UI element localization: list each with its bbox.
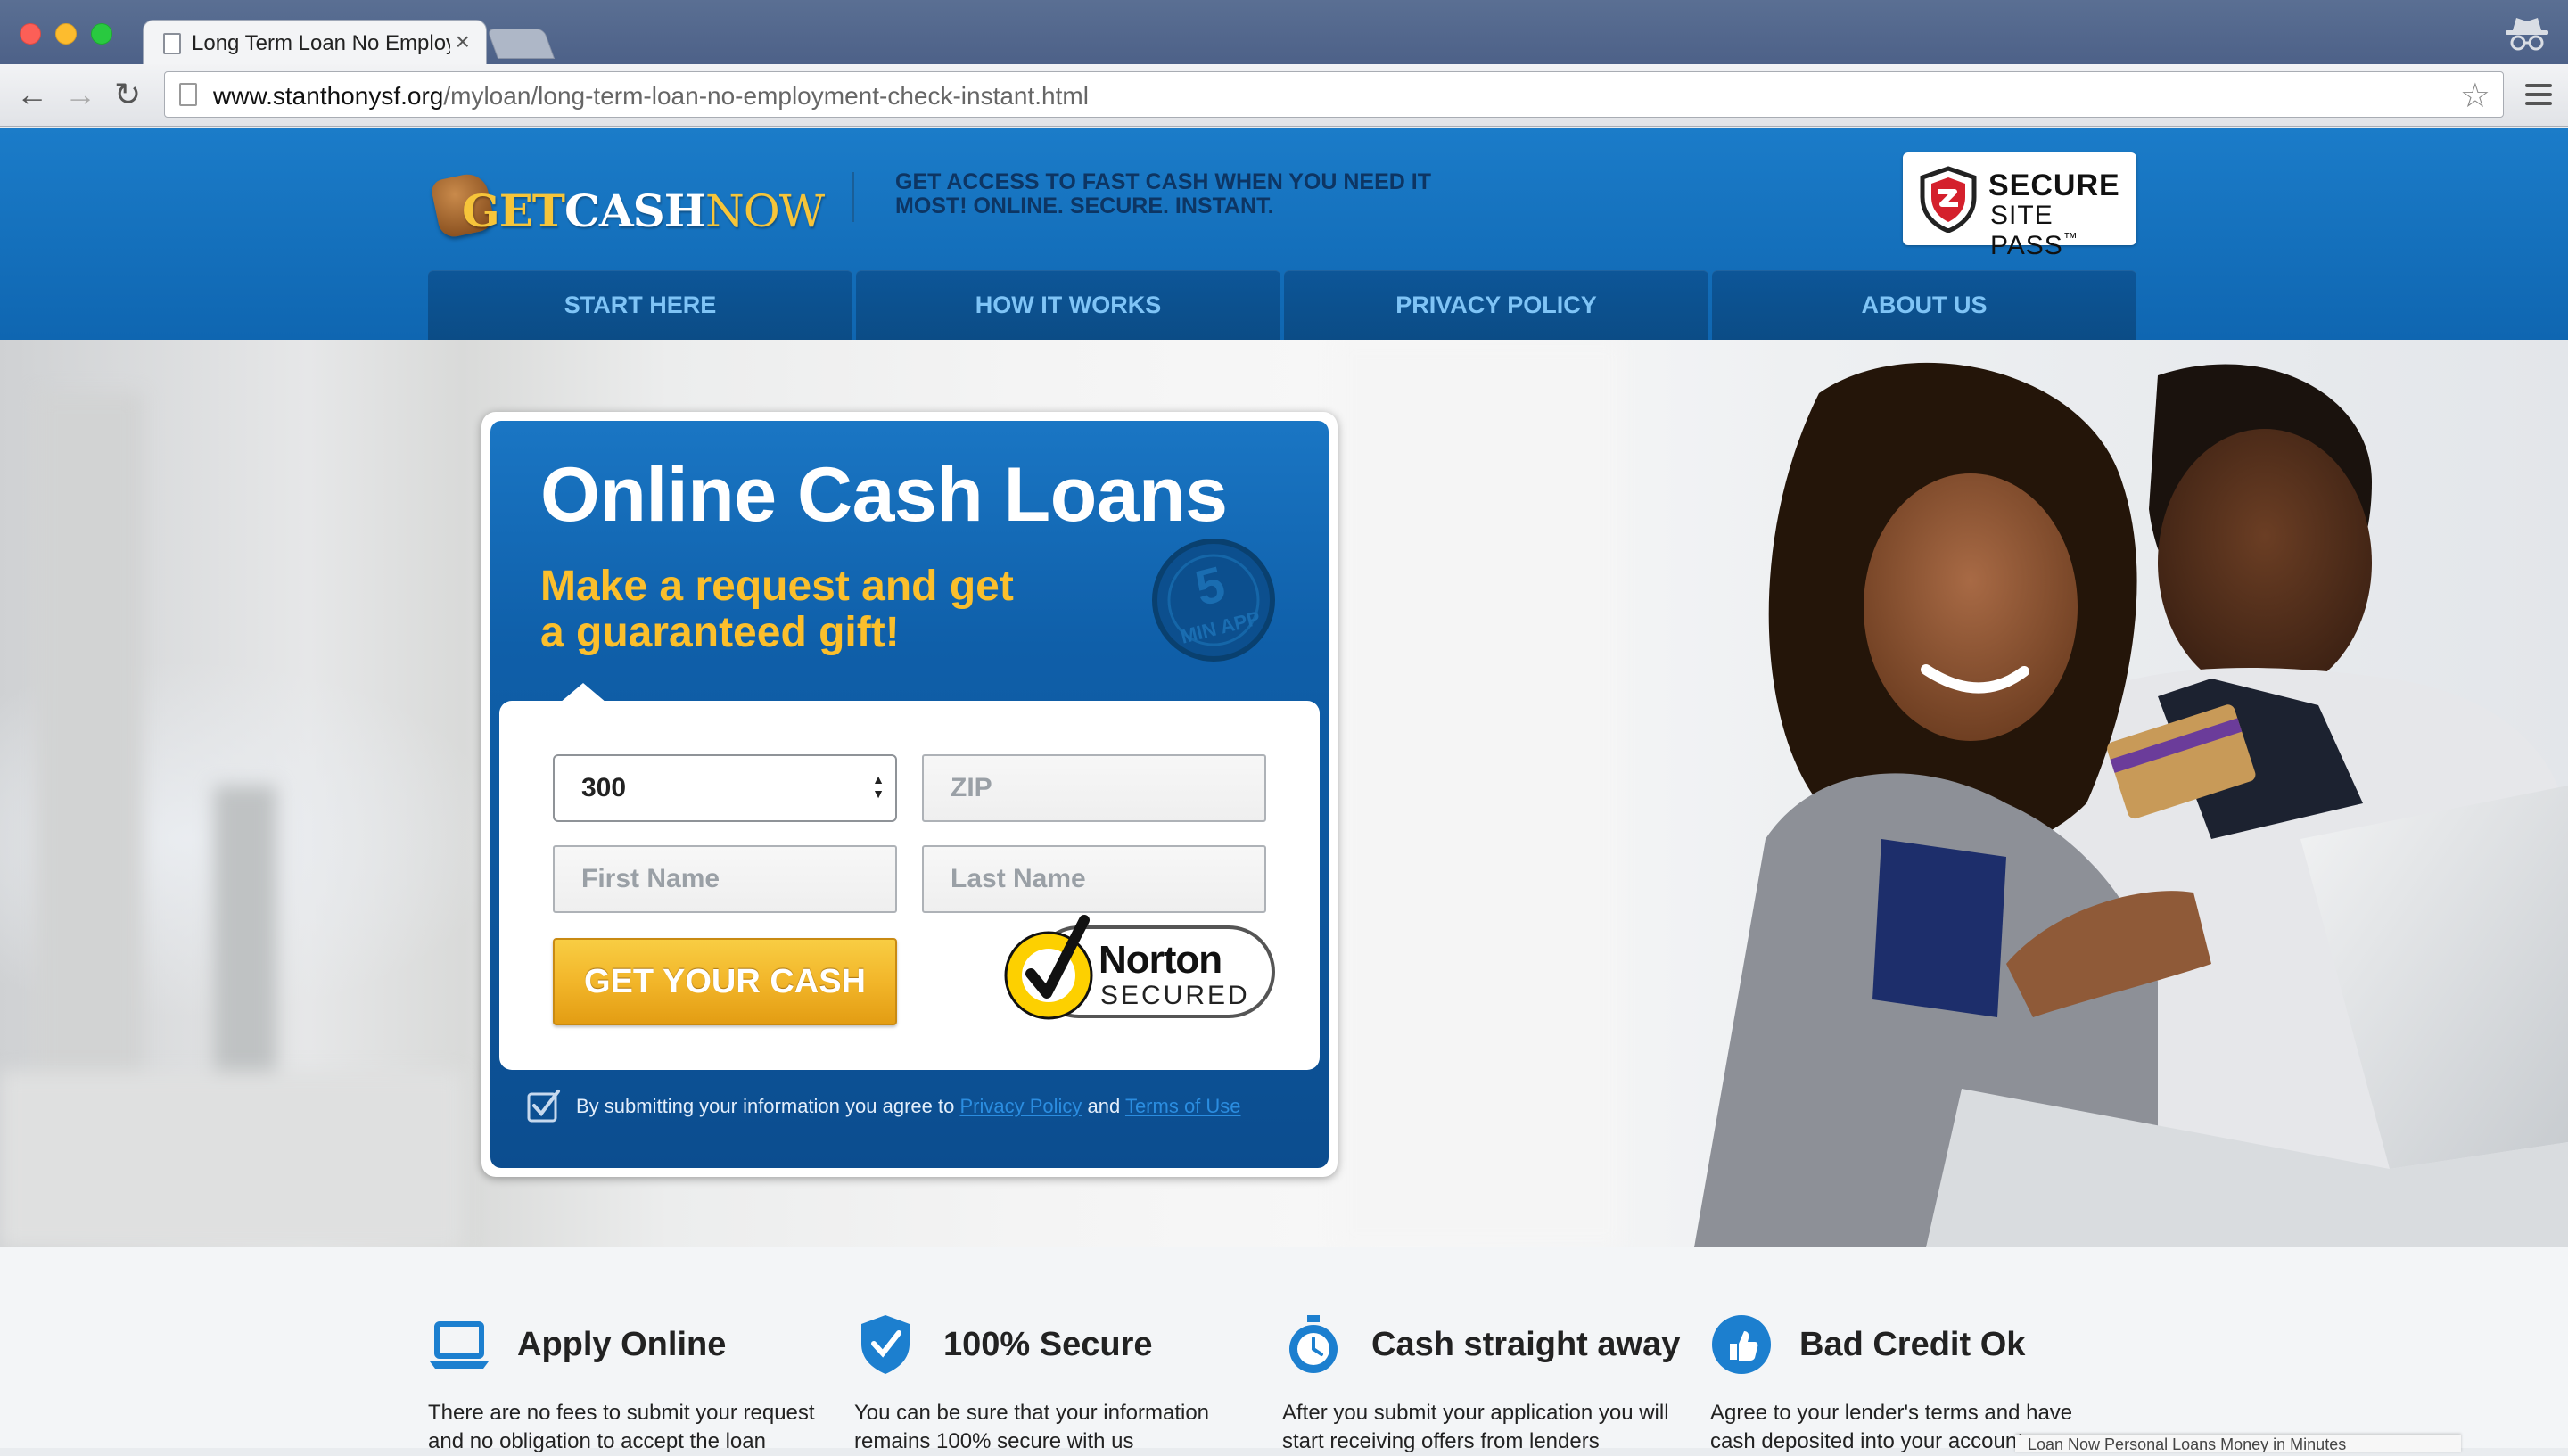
url-path: /myloan/long-term-loan-no-employment-che… bbox=[443, 82, 1089, 110]
secure-site-pass-badge: SECURE SITE PASS™ bbox=[1903, 152, 2136, 260]
five-minute-app-badge: 5 MIN APP bbox=[1152, 539, 1275, 662]
norton-secured-badge: Norton SECURED bbox=[999, 911, 1277, 1022]
reload-icon[interactable]: ↻ bbox=[114, 78, 141, 111]
form-fields-box: 300 ▲ ▼ ZIP First Name Last Name GET YOUR… bbox=[499, 683, 1320, 1070]
tab-strip: Long Term Loan No Employ × bbox=[0, 0, 2568, 66]
url-text: www.stanthonysf.org/myloan/long-term-loa… bbox=[213, 82, 1089, 111]
loan-form-panel: Online Cash Loans Make a request and get… bbox=[490, 421, 1329, 1168]
loan-amount-value: 300 bbox=[581, 773, 627, 802]
shield-check-icon bbox=[861, 1315, 910, 1374]
form-notch bbox=[560, 683, 606, 703]
menu-icon[interactable] bbox=[2525, 84, 2552, 107]
nav-tab-start-here[interactable]: START HERE bbox=[428, 270, 852, 340]
secure-badge-line1: SECURE bbox=[1988, 169, 2120, 202]
zip-input[interactable]: ZIP bbox=[922, 754, 1266, 822]
feature-title: Cash straight away bbox=[1371, 1326, 1681, 1363]
header-tagline: GET ACCESS TO FAST CASH WHEN YOU NEED IT… bbox=[895, 169, 1431, 218]
feature-title: Bad Credit Ok bbox=[1799, 1326, 2026, 1363]
feature-title: Apply Online bbox=[517, 1326, 727, 1363]
checkbox-checked-icon[interactable] bbox=[526, 1088, 562, 1123]
form-subheading: Make a request and get a guaranteed gift… bbox=[540, 563, 1014, 656]
background-window-light bbox=[1338, 340, 1623, 1247]
hero-section: Online Cash Loans Make a request and get… bbox=[0, 340, 2568, 1247]
consent-prefix: By submitting your information you agree… bbox=[576, 1095, 955, 1117]
features-section: Apply Online There are no fees to submit… bbox=[0, 1247, 2568, 1453]
logo-text: GETCASHNOW bbox=[462, 185, 825, 237]
window-close-button[interactable] bbox=[20, 23, 41, 45]
header-divider bbox=[852, 172, 854, 222]
bottom-popup-bar[interactable]: Loan Now Personal Loans Money in Minutes bbox=[2015, 1435, 2461, 1452]
back-arrow-icon[interactable]: ← bbox=[16, 78, 48, 111]
consent-text: By submitting your information you agree… bbox=[576, 1095, 1241, 1118]
tab-close-icon[interactable]: × bbox=[456, 28, 470, 56]
incognito-icon bbox=[2506, 18, 2548, 51]
couple-with-laptop-photo bbox=[1694, 362, 2568, 1247]
url-host: www.stanthonysf.org bbox=[213, 82, 444, 110]
feature-text: After you submit your application you wi… bbox=[1282, 1401, 1669, 1453]
forward-arrow-icon[interactable]: → bbox=[64, 78, 96, 111]
get-your-cash-button[interactable]: GET YOUR CASH bbox=[553, 938, 897, 1025]
terms-of-use-link[interactable]: Terms of Use bbox=[1125, 1095, 1241, 1117]
secure-badge-line2: SITE PASS™ bbox=[1990, 201, 2078, 260]
browser-chrome: Long Term Loan No Employ × ← → ↻ www.sta… bbox=[0, 0, 2568, 127]
address-bar[interactable]: www.stanthonysf.org/myloan/long-term-loa… bbox=[164, 71, 2504, 118]
window-minimize-button[interactable] bbox=[55, 23, 77, 45]
loan-amount-select[interactable]: 300 ▲ ▼ bbox=[553, 754, 897, 822]
window-maximize-button[interactable] bbox=[91, 23, 112, 45]
shield-icon bbox=[1920, 166, 1977, 233]
form-heading: Online Cash Loans bbox=[540, 452, 1228, 538]
new-tab-button[interactable] bbox=[486, 29, 556, 59]
stopwatch-icon bbox=[1289, 1315, 1338, 1373]
getcashnow-logo[interactable]: GETCASHNOW bbox=[429, 169, 825, 249]
norton-secured-text: SECURED bbox=[1100, 981, 1250, 1010]
consent-and: and bbox=[1087, 1095, 1121, 1117]
select-arrows-icon: ▲ ▼ bbox=[872, 772, 885, 801]
background-lamp bbox=[214, 786, 276, 1106]
browser-toolbar: ← → ↻ www.stanthonysf.org/myloan/long-te… bbox=[0, 64, 2568, 127]
bookmark-star-icon[interactable]: ☆ bbox=[2460, 76, 2490, 116]
feature-text: You can be sure that your information re… bbox=[854, 1401, 1210, 1453]
main-nav: START HERE HOW IT WORKS PRIVACY POLICY A… bbox=[428, 270, 2136, 340]
loan-form-card: Online Cash Loans Make a request and get… bbox=[482, 412, 1338, 1177]
first-name-input[interactable]: First Name bbox=[553, 845, 897, 913]
thumbs-up-icon bbox=[1712, 1315, 1771, 1374]
laptop-icon bbox=[430, 1321, 489, 1369]
nav-tab-how-it-works[interactable]: HOW IT WORKS bbox=[856, 270, 1280, 340]
consent-row: By submitting your information you agree… bbox=[526, 1088, 1311, 1123]
page-icon bbox=[179, 83, 197, 106]
feature-text: There are no fees to submit your request… bbox=[428, 1401, 815, 1453]
norton-name: Norton bbox=[1099, 938, 1222, 982]
browser-tab[interactable]: Long Term Loan No Employ × bbox=[143, 20, 487, 66]
tab-title: Long Term Loan No Employ bbox=[192, 31, 450, 55]
page-icon bbox=[163, 33, 181, 54]
nav-tab-about-us[interactable]: ABOUT US bbox=[1712, 270, 2136, 340]
site-header: GETCASHNOW GET ACCESS TO FAST CASH WHEN … bbox=[0, 128, 2568, 340]
feature-title: 100% Secure bbox=[943, 1326, 1153, 1363]
nav-tab-privacy-policy[interactable]: PRIVACY POLICY bbox=[1284, 270, 1708, 340]
privacy-policy-link[interactable]: Privacy Policy bbox=[959, 1095, 1082, 1117]
last-name-input[interactable]: Last Name bbox=[922, 845, 1266, 913]
background-furniture bbox=[0, 1071, 464, 1247]
